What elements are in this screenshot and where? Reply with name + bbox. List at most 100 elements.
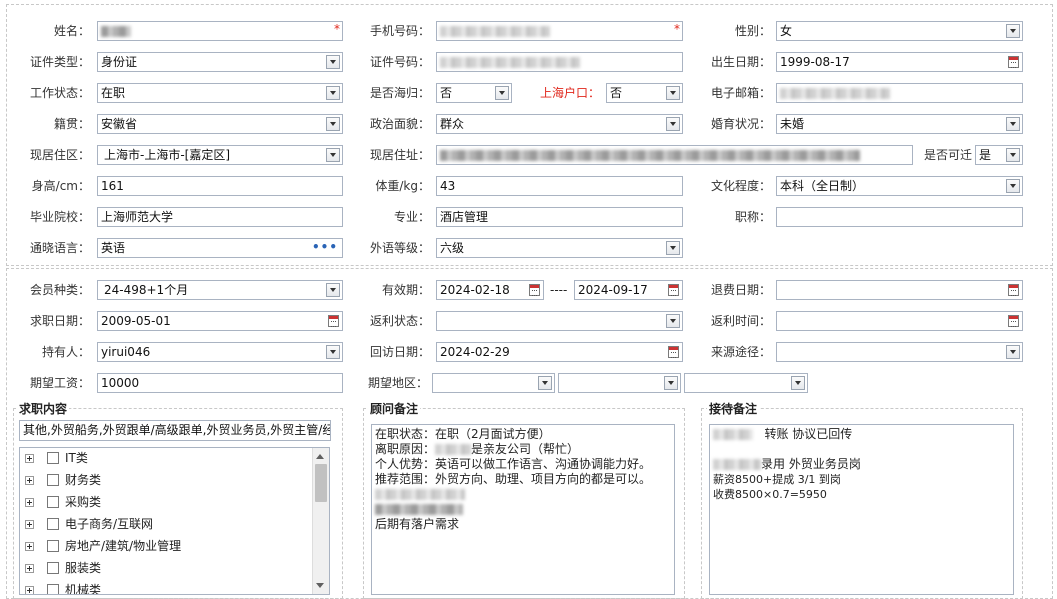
chevron-down-icon[interactable] xyxy=(664,376,678,390)
major-field[interactable]: 酒店管理 xyxy=(436,207,683,227)
checkbox[interactable] xyxy=(47,496,59,508)
tree-item[interactable]: 房地产/建筑/物业管理 xyxy=(20,537,314,555)
sh-hukou-select[interactable]: 否 xyxy=(606,83,683,103)
chevron-down-icon[interactable] xyxy=(326,283,340,297)
expand-icon[interactable] xyxy=(25,542,34,551)
region-select[interactable]: 上海市-上海市-[嘉定区] xyxy=(97,145,343,165)
member-type-select[interactable]: 24-498+1个月 xyxy=(97,280,343,300)
salary-field[interactable]: 10000 xyxy=(97,373,343,393)
chevron-down-icon[interactable] xyxy=(495,86,509,100)
birth-date-field[interactable]: 1999-08-17 xyxy=(776,52,1023,72)
checkbox[interactable] xyxy=(47,474,59,486)
calendar-icon[interactable] xyxy=(668,346,679,358)
education-select[interactable]: 本科（全日制） xyxy=(776,176,1023,196)
chevron-down-icon[interactable] xyxy=(326,117,340,131)
tree-item[interactable]: 采购类 xyxy=(20,493,314,511)
refund-date-label: 退费日期： xyxy=(710,283,771,297)
political-select[interactable]: 群众 xyxy=(436,114,683,134)
school-field[interactable]: 上海师范大学 xyxy=(97,207,343,227)
phone-field[interactable]: * xyxy=(436,21,683,41)
native-label: 籍贯： xyxy=(53,117,90,131)
chevron-down-icon[interactable] xyxy=(326,55,340,69)
chevron-down-icon[interactable] xyxy=(326,86,340,100)
expand-icon[interactable] xyxy=(25,476,34,485)
source-select[interactable] xyxy=(776,342,1023,362)
weight-field[interactable]: 43 xyxy=(436,176,683,196)
expand-icon[interactable] xyxy=(25,498,34,507)
rebate-status-select[interactable] xyxy=(436,311,683,331)
visit-date-field[interactable]: 2024-02-29 xyxy=(436,342,683,362)
refund-date-field[interactable] xyxy=(776,280,1023,300)
native-select[interactable]: 安徽省 xyxy=(97,114,343,134)
checkbox[interactable] xyxy=(47,584,59,594)
id-type-select[interactable]: 身份证 xyxy=(97,52,343,72)
vertical-scrollbar[interactable] xyxy=(312,448,329,594)
job-category-tree[interactable]: IT类 财务类 采购类 电子商务/互联网 房地产/建筑/物业管理 服装类 机械类 xyxy=(19,447,330,595)
consultant-notes-textarea[interactable]: 在职状态：在职（2月面试方便） 离职原因： 是亲友公司（帮忙） 个人优势：英语可以… xyxy=(371,424,675,595)
expand-icon[interactable] xyxy=(25,454,34,463)
checkbox[interactable] xyxy=(47,452,59,464)
expect-city-select[interactable] xyxy=(558,373,681,393)
gender-select[interactable]: 女 xyxy=(776,21,1023,41)
chevron-down-icon[interactable] xyxy=(1006,117,1020,131)
chevron-down-icon[interactable] xyxy=(326,345,340,359)
marital-select[interactable]: 未婚 xyxy=(776,114,1023,134)
overseas-select[interactable]: 否 xyxy=(436,83,512,103)
id-type-label: 证件类型： xyxy=(29,55,90,69)
tree-item[interactable]: IT类 xyxy=(20,449,314,467)
email-field[interactable] xyxy=(776,83,1023,103)
calendar-icon[interactable] xyxy=(529,284,540,296)
tree-item[interactable]: 电子商务/互联网 xyxy=(20,515,314,533)
chevron-down-icon[interactable] xyxy=(791,376,805,390)
address-field[interactable] xyxy=(436,145,913,165)
sh-hukou-label: 上海户口： xyxy=(539,86,600,100)
expand-icon[interactable] xyxy=(25,586,34,594)
tree-item[interactable]: 机械类 xyxy=(20,581,314,594)
calendar-icon[interactable] xyxy=(668,284,679,296)
chevron-down-icon[interactable] xyxy=(666,86,680,100)
validity-start-field[interactable]: 2024-02-18 xyxy=(436,280,544,300)
chevron-down-icon[interactable] xyxy=(538,376,552,390)
chevron-down-icon[interactable] xyxy=(1006,24,1020,38)
major-label: 专业： xyxy=(393,210,430,224)
id-no-field[interactable] xyxy=(436,52,683,72)
calendar-icon[interactable] xyxy=(1008,284,1019,296)
more-icon[interactable]: ••• xyxy=(312,241,338,253)
checkbox[interactable] xyxy=(47,562,59,574)
expect-province-select[interactable] xyxy=(432,373,555,393)
holder-select[interactable]: yirui046 xyxy=(97,342,343,362)
expand-icon[interactable] xyxy=(25,564,34,573)
chevron-down-icon[interactable] xyxy=(326,148,340,162)
chevron-down-icon[interactable] xyxy=(666,117,680,131)
language-field[interactable]: 英语 ••• xyxy=(97,238,343,258)
tree-item[interactable]: 财务类 xyxy=(20,471,314,489)
name-field[interactable]: * xyxy=(97,21,343,41)
chevron-down-icon[interactable] xyxy=(666,314,680,328)
reception-notes-textarea[interactable]: 转账 协议已回传 录用 外贸业务员岗 薪资8500+提成 3/1 到岗 收费85… xyxy=(709,424,1014,595)
note-line: 转账 协议已回传 xyxy=(713,427,1010,442)
checkbox[interactable] xyxy=(47,518,59,530)
job-content-summary-field[interactable]: 其他,外贸船务,外贸跟单/高级跟单,外贸业务员,外贸主管/经 xyxy=(19,420,331,441)
calendar-icon[interactable] xyxy=(1008,56,1019,68)
checkbox[interactable] xyxy=(47,540,59,552)
height-field[interactable]: 161 xyxy=(97,176,343,196)
job-date-field[interactable]: 2009-05-01 xyxy=(97,311,343,331)
chevron-down-icon[interactable] xyxy=(1006,345,1020,359)
chevron-down-icon[interactable] xyxy=(1006,148,1020,162)
validity-end-field[interactable]: 2024-09-17 xyxy=(574,280,683,300)
expect-district-select[interactable] xyxy=(684,373,808,393)
expand-icon[interactable] xyxy=(25,520,34,529)
relocate-select[interactable]: 是 xyxy=(975,145,1023,165)
scroll-thumb[interactable] xyxy=(315,464,327,502)
title-field[interactable] xyxy=(776,207,1023,227)
calendar-icon[interactable] xyxy=(328,315,339,327)
scroll-up-icon[interactable] xyxy=(316,454,324,459)
work-status-select[interactable]: 在职 xyxy=(97,83,343,103)
lang-level-select[interactable]: 六级 xyxy=(436,238,683,258)
calendar-icon[interactable] xyxy=(1008,315,1019,327)
chevron-down-icon[interactable] xyxy=(666,241,680,255)
tree-item[interactable]: 服装类 xyxy=(20,559,314,577)
scroll-down-icon[interactable] xyxy=(316,583,324,588)
chevron-down-icon[interactable] xyxy=(1006,179,1020,193)
rebate-time-field[interactable] xyxy=(776,311,1023,331)
